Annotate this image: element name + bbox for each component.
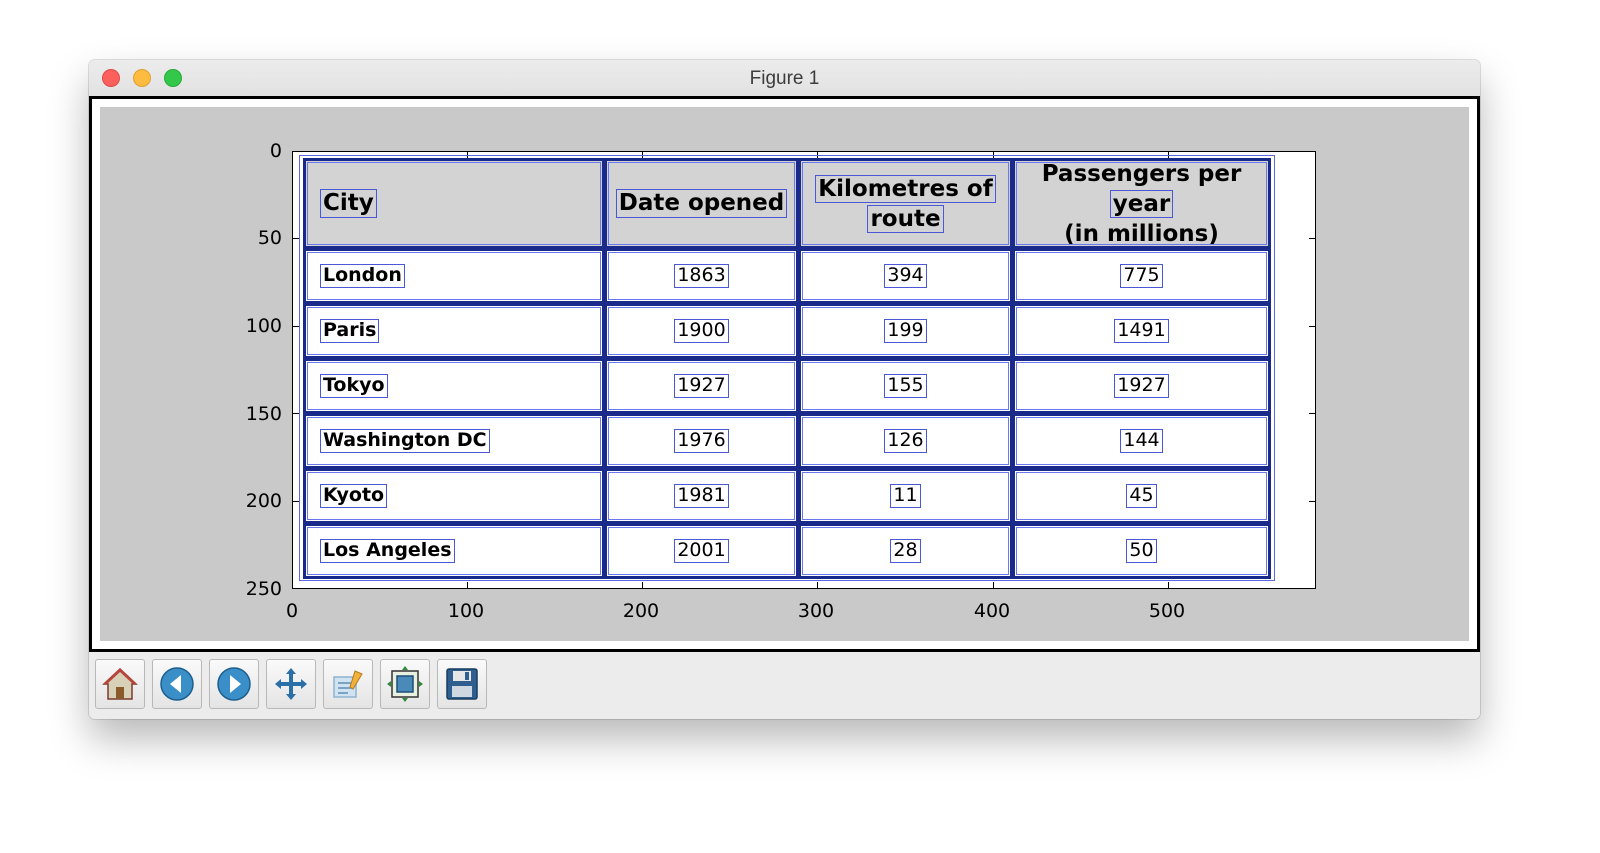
home-button[interactable] [95, 659, 145, 709]
table-cell-km: 155 [798, 358, 1013, 414]
header-passengers-label-line1: Passengers per [1041, 160, 1242, 187]
passengers-value: 1927 [1114, 374, 1169, 398]
header-date-label: Date opened [615, 189, 788, 218]
table-cell-city: Washington DC [303, 413, 605, 469]
city-name: Kyoto [320, 484, 388, 508]
km-value: 155 [884, 374, 927, 398]
y-tick-label: 150 [245, 403, 282, 425]
header-cell-city: City [303, 158, 605, 249]
x-tick-label: 400 [973, 600, 1011, 622]
subplots-icon [387, 666, 423, 702]
table-cell-passengers: 1927 [1012, 358, 1271, 414]
city-name: Los Angeles [320, 539, 455, 563]
y-tick-label: 0 [269, 140, 282, 162]
header-passengers-label-line3: (in millions) [1064, 220, 1219, 247]
city-name: London [320, 264, 405, 288]
table-cell-date: 1981 [604, 468, 799, 524]
city-name: Washington DC [320, 429, 490, 453]
pan-button[interactable] [266, 659, 316, 709]
plot-axes: City Date opened Kilometres of route Pas… [292, 151, 1316, 589]
y-tick-label: 100 [245, 315, 282, 337]
date-value: 1981 [674, 484, 729, 508]
zoom-icon [333, 670, 363, 698]
date-value: 1863 [674, 264, 729, 288]
table-cell-date: 1863 [604, 248, 799, 304]
figure-background: 0 50 100 150 200 250 0 100 200 300 400 5… [100, 107, 1469, 641]
km-value: 199 [884, 319, 927, 343]
title-bar[interactable]: Figure 1 [89, 60, 1480, 97]
table-cell-km: 28 [798, 523, 1013, 579]
table-cell-passengers: 775 [1012, 248, 1271, 304]
km-value: 394 [884, 264, 927, 288]
city-name: Paris [320, 319, 380, 343]
figure-window: Figure 1 0 50 100 150 200 250 0 100 200 … [89, 60, 1480, 719]
header-cell-passengers: Passengers per year (in millions) [1012, 158, 1271, 249]
forward-icon [217, 667, 251, 701]
table-cell-passengers: 45 [1012, 468, 1271, 524]
date-value: 1976 [674, 429, 729, 453]
x-tick-label: 500 [1148, 600, 1186, 622]
y-tick-label: 50 [257, 227, 282, 249]
x-tick-label: 0 [285, 600, 299, 622]
y-tick-label: 200 [245, 490, 282, 512]
passengers-value: 50 [1126, 539, 1157, 563]
header-passengers-label-line2: year [1109, 189, 1174, 218]
y-tick-label: 250 [245, 578, 282, 600]
table-cell-passengers: 144 [1012, 413, 1271, 469]
table-cell-city: Paris [303, 303, 605, 359]
table-cell-date: 1927 [604, 358, 799, 414]
passengers-value: 1491 [1114, 319, 1169, 343]
table-cell-km: 394 [798, 248, 1013, 304]
header-city-label: City [320, 189, 377, 218]
x-tick-label: 300 [797, 600, 835, 622]
subplots-button[interactable] [380, 659, 430, 709]
save-button[interactable] [437, 659, 487, 709]
table-cell-city: London [303, 248, 605, 304]
back-button[interactable] [152, 659, 202, 709]
table-cell-passengers: 1491 [1012, 303, 1271, 359]
home-icon [102, 667, 138, 700]
pan-icon [275, 668, 307, 700]
table-cell-date: 1900 [604, 303, 799, 359]
table-cell-city: Tokyo [303, 358, 605, 414]
save-icon [446, 668, 478, 700]
header-km-label-line2: route [867, 204, 944, 233]
date-value: 1900 [674, 319, 729, 343]
passengers-value: 45 [1126, 484, 1157, 508]
passengers-value: 144 [1120, 429, 1163, 453]
passengers-value: 775 [1120, 264, 1163, 288]
date-value: 1927 [674, 374, 729, 398]
figure-canvas[interactable]: 0 50 100 150 200 250 0 100 200 300 400 5… [89, 96, 1480, 652]
km-value: 11 [890, 484, 921, 508]
table-cell-date: 1976 [604, 413, 799, 469]
table-cell-km: 11 [798, 468, 1013, 524]
header-cell-km: Kilometres of route [798, 158, 1013, 249]
table-cell-km: 126 [798, 413, 1013, 469]
table-cell-date: 2001 [604, 523, 799, 579]
header-cell-date: Date opened [604, 158, 799, 249]
table-cell-passengers: 50 [1012, 523, 1271, 579]
table-cell-city: Los Angeles [303, 523, 605, 579]
header-km-label-line1: Kilometres of [815, 174, 996, 203]
km-value: 126 [884, 429, 927, 453]
back-icon [160, 667, 194, 701]
km-value: 28 [890, 539, 921, 563]
table-cell-city: Kyoto [303, 468, 605, 524]
x-tick-label: 100 [447, 600, 485, 622]
zoom-button[interactable] [323, 659, 373, 709]
table-cell-km: 199 [798, 303, 1013, 359]
city-name: Tokyo [320, 374, 388, 398]
navigation-toolbar [89, 652, 1480, 719]
window-title: Figure 1 [749, 68, 820, 89]
x-tick-label: 200 [622, 600, 660, 622]
forward-button[interactable] [209, 659, 259, 709]
date-value: 2001 [674, 539, 729, 563]
